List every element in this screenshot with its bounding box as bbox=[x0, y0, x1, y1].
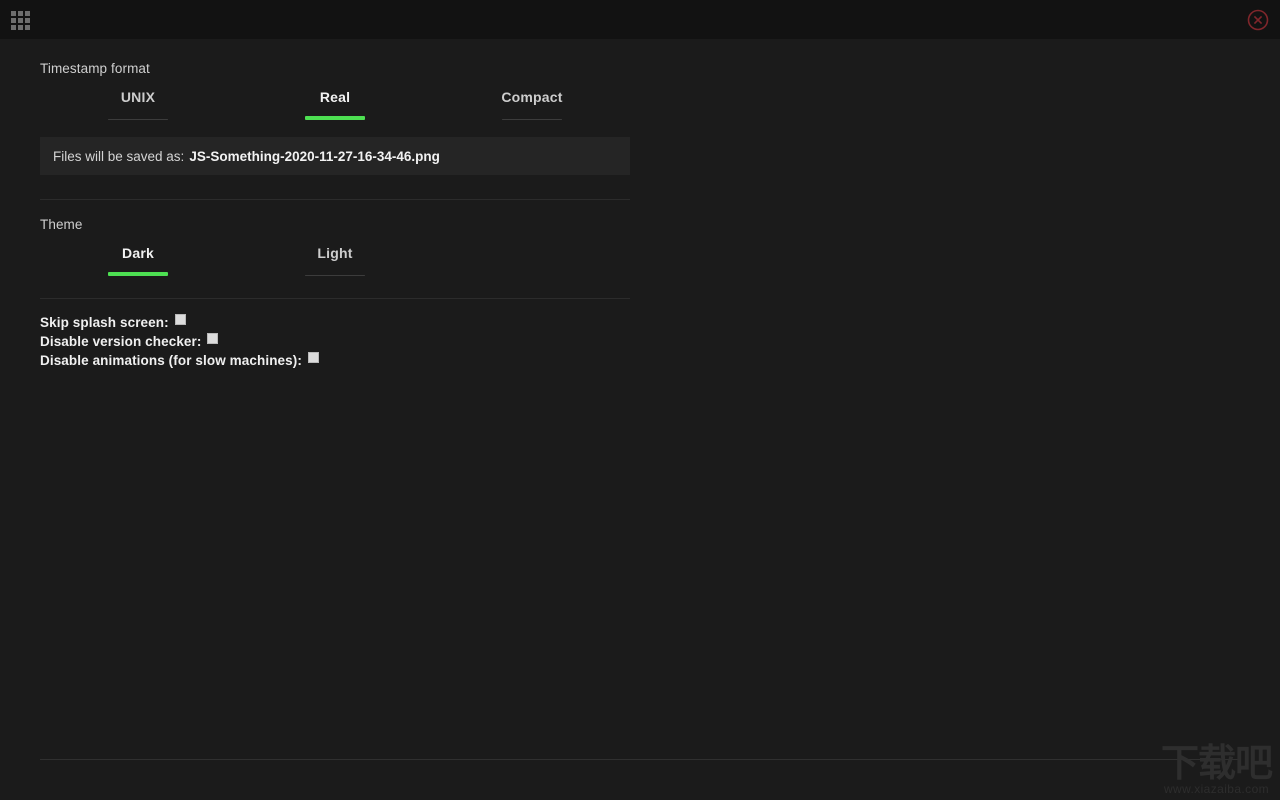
tab-light-label: Light bbox=[317, 245, 353, 261]
grid-dot bbox=[11, 25, 16, 30]
tab-compact[interactable]: Compact bbox=[472, 87, 592, 120]
tab-real[interactable]: Real bbox=[275, 87, 395, 120]
option-disable-animations-checkbox[interactable] bbox=[307, 352, 319, 363]
tab-real-label: Real bbox=[319, 89, 351, 105]
tab-light[interactable]: Light bbox=[275, 243, 395, 276]
divider-footer bbox=[40, 759, 1240, 760]
option-skip-splash-screen-label: Skip splash screen: bbox=[40, 315, 169, 330]
close-circle-icon[interactable] bbox=[1247, 9, 1269, 31]
option-disable-animations[interactable]: Disable animations (for slow machines): bbox=[40, 351, 319, 370]
tab-dark[interactable]: Dark bbox=[78, 243, 198, 276]
tab-dark-label: Dark bbox=[122, 245, 154, 261]
tab-compact-label: Compact bbox=[501, 89, 563, 105]
tab-light-underline bbox=[305, 275, 365, 276]
grid-dot bbox=[25, 25, 30, 30]
option-disable-animations-label: Disable animations (for slow machines): bbox=[40, 353, 302, 368]
timestamp-format-label: Timestamp format bbox=[40, 61, 150, 76]
filename-preview-value: JS-Something-2020-11-27-16-34-46.png bbox=[189, 148, 440, 164]
divider-after-theme bbox=[40, 298, 630, 299]
timestamp-format-tabs: UNIX Real Compact bbox=[40, 87, 630, 129]
option-disable-version-checker[interactable]: Disable version checker: bbox=[40, 332, 219, 351]
option-disable-version-checker-checkbox[interactable] bbox=[207, 333, 219, 344]
tab-real-underline bbox=[305, 116, 365, 120]
title-bar bbox=[0, 0, 1280, 39]
grid-dot bbox=[11, 11, 16, 16]
tab-unix-label: UNIX bbox=[120, 89, 156, 105]
grid-dot bbox=[25, 18, 30, 23]
grid-dot bbox=[18, 18, 23, 23]
tab-compact-underline bbox=[502, 119, 562, 120]
tab-unix-underline bbox=[108, 119, 168, 120]
option-disable-version-checker-label: Disable version checker: bbox=[40, 334, 202, 349]
tab-dark-underline bbox=[108, 272, 168, 276]
theme-label: Theme bbox=[40, 217, 83, 232]
grid-dot bbox=[25, 11, 30, 16]
theme-tabs: Dark Light bbox=[40, 243, 630, 285]
option-skip-splash-screen[interactable]: Skip splash screen: bbox=[40, 313, 186, 332]
grid-dot bbox=[18, 11, 23, 16]
tab-unix[interactable]: UNIX bbox=[78, 87, 198, 120]
grid-dot bbox=[11, 18, 16, 23]
settings-panel: Timestamp format UNIX Real Compact Files… bbox=[0, 39, 1280, 800]
grid-dot bbox=[18, 25, 23, 30]
filename-preview-bar: Files will be saved as: JS-Something-202… bbox=[40, 137, 630, 175]
option-skip-splash-screen-checkbox[interactable] bbox=[174, 314, 186, 325]
filename-preview-prefix: Files will be saved as: bbox=[53, 148, 185, 164]
grid-apps-icon[interactable] bbox=[11, 11, 30, 30]
divider-after-timestamp bbox=[40, 199, 630, 200]
